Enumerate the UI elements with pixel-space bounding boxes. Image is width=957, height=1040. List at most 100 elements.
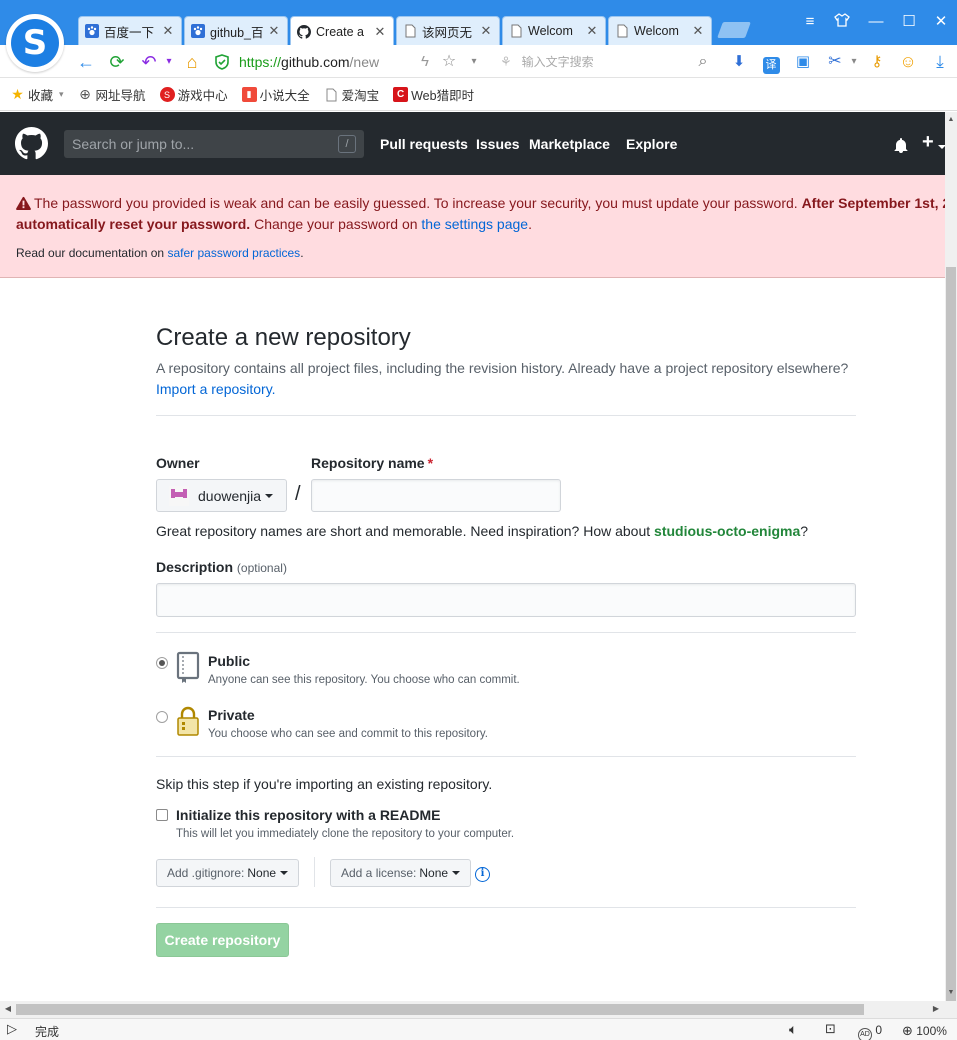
divider bbox=[314, 857, 315, 887]
info-icon[interactable]: i bbox=[475, 867, 490, 882]
undo-icon[interactable]: ↶ bbox=[138, 51, 160, 73]
name-suggestion[interactable]: studious-octo-enigma bbox=[654, 523, 800, 539]
visibility-public-option[interactable]: Public Anyone can see this repository. Y… bbox=[156, 651, 856, 695]
browser-tab-active[interactable]: Create a ✕ bbox=[290, 16, 394, 46]
close-window-icon[interactable]: ✕ bbox=[931, 12, 951, 32]
phone-icon[interactable]: ▣ bbox=[792, 51, 814, 73]
star-icon: ★ bbox=[11, 86, 24, 102]
public-radio[interactable] bbox=[156, 657, 168, 669]
bookmark-games[interactable]: S 游戏中心 bbox=[159, 85, 228, 104]
bookmark-web[interactable]: C Web猎即时 bbox=[393, 85, 474, 104]
close-icon[interactable]: ✕ bbox=[585, 23, 599, 39]
scroll-down-icon[interactable]: ▼ bbox=[945, 987, 957, 999]
bookmark-taobao[interactable]: 爱淘宝 bbox=[324, 85, 379, 104]
bookmark-favorites[interactable]: ★ 收藏 ▾ bbox=[10, 85, 63, 104]
adblock-icon[interactable]: AD 0 bbox=[858, 1023, 882, 1040]
close-icon[interactable]: ✕ bbox=[691, 23, 705, 39]
license-label: Add a license: bbox=[341, 866, 417, 880]
browser-tab[interactable]: 百度一下 ✕ bbox=[78, 16, 182, 45]
close-icon[interactable]: ✕ bbox=[373, 24, 387, 40]
close-icon[interactable]: ✕ bbox=[161, 23, 175, 39]
dropdown-icon[interactable]: ▾ bbox=[463, 51, 485, 73]
readme-checkbox[interactable] bbox=[156, 809, 168, 821]
name-hint-end: ? bbox=[800, 523, 809, 539]
optional-note: (optional) bbox=[236, 561, 287, 575]
github-search-input[interactable]: Search or jump to... / bbox=[64, 130, 364, 158]
browser-tab[interactable]: 该网页无 ✕ bbox=[396, 16, 500, 45]
screenshot-icon[interactable]: ⊡ bbox=[825, 1021, 836, 1037]
bookmark-novels[interactable]: ▮ 小说大全 bbox=[241, 85, 310, 104]
browser-logo[interactable]: S bbox=[6, 14, 64, 72]
visibility-private-option[interactable]: Private You choose who can see and commi… bbox=[156, 705, 856, 749]
undo-dropdown-icon[interactable]: ▾ bbox=[158, 51, 180, 73]
menu-icon[interactable]: ≡ bbox=[800, 12, 820, 32]
back-arrow-icon[interactable]: ← bbox=[75, 51, 97, 73]
translate-icon[interactable]: 译 bbox=[760, 51, 782, 74]
owner-value: duowenjia bbox=[198, 487, 262, 504]
sidebar-toggle-icon[interactable]: ▷ bbox=[7, 1021, 17, 1037]
repository-name-input[interactable] bbox=[311, 479, 561, 512]
scroll-up-icon[interactable]: ▲ bbox=[945, 114, 957, 126]
browser-status-bar: ▷ 完成 🔈︎ ⊡ AD 0 ⊕ 100% bbox=[0, 1018, 957, 1040]
vertical-scroll-thumb[interactable] bbox=[946, 267, 956, 1002]
license-select[interactable]: Add a license: None bbox=[330, 859, 472, 887]
nav-pull-requests[interactable]: Pull requests bbox=[380, 136, 468, 152]
close-icon[interactable]: ✕ bbox=[479, 23, 493, 39]
bookmark-label: 游戏中心 bbox=[177, 89, 228, 103]
browser-search-box[interactable]: ⚘ 输入文字搜索 bbox=[500, 49, 715, 74]
minimize-icon[interactable]: — bbox=[866, 12, 886, 32]
avatar bbox=[169, 485, 189, 506]
create-repository-button[interactable]: Create repository bbox=[156, 923, 289, 957]
lightning-icon[interactable]: ϟ bbox=[414, 51, 436, 73]
tab-label: Create a bbox=[316, 24, 364, 39]
plus-icon[interactable]: + bbox=[922, 131, 934, 154]
description-input[interactable] bbox=[156, 583, 856, 617]
browser-tab[interactable]: Welcom ✕ bbox=[608, 16, 712, 45]
search-engine-icon: ⚘ bbox=[500, 53, 512, 69]
home-icon[interactable]: ⌂ bbox=[181, 51, 203, 73]
vertical-scrollbar[interactable]: ▲ ▼ bbox=[945, 112, 957, 1002]
skin-icon[interactable] bbox=[832, 12, 852, 32]
downloads-icon[interactable]: ⤓ bbox=[929, 51, 951, 73]
refresh-icon[interactable]: ⟳ bbox=[106, 51, 128, 73]
bell-icon[interactable] bbox=[893, 138, 909, 154]
bookmarks-bar: ★ 收藏 ▾ ⊕ 网址导航 S 游戏中心 ▮ 小说大全 爱淘宝 C Web猎即时 bbox=[0, 79, 957, 111]
star-icon[interactable]: ☆ bbox=[438, 51, 460, 73]
download-shield-icon[interactable]: ⬇ bbox=[728, 51, 750, 73]
tab-label: Welcom bbox=[528, 24, 573, 38]
maximize-icon[interactable]: ☐ bbox=[899, 12, 919, 32]
scroll-right-icon[interactable]: ▶ bbox=[930, 1003, 942, 1015]
name-hint: Great repository names are short and mem… bbox=[156, 523, 808, 539]
owner-select[interactable]: duowenjia bbox=[156, 479, 287, 512]
lock-icon bbox=[177, 706, 199, 736]
book-icon: ▮ bbox=[241, 87, 257, 102]
globe-icon: ⊕ bbox=[79, 86, 91, 102]
horizontal-scroll-thumb[interactable] bbox=[16, 1004, 864, 1015]
new-tab-button[interactable] bbox=[717, 22, 751, 38]
private-radio[interactable] bbox=[156, 711, 168, 723]
key-icon[interactable]: ⚷ bbox=[866, 51, 888, 73]
zoom-control[interactable]: ⊕ 100% bbox=[902, 1023, 947, 1039]
password-practices-link[interactable]: safer password practices bbox=[167, 246, 300, 260]
import-repository-link[interactable]: Import a repository. bbox=[156, 381, 276, 397]
description-label-text: Description bbox=[156, 559, 234, 575]
scroll-left-icon[interactable]: ◀ bbox=[2, 1003, 14, 1015]
horizontal-scrollbar[interactable]: ◀ ▶ bbox=[0, 1001, 945, 1018]
repo-name-label-text: Repository name bbox=[311, 455, 425, 471]
close-icon[interactable]: ✕ bbox=[267, 23, 281, 39]
nav-marketplace[interactable]: Marketplace bbox=[529, 136, 610, 152]
bookmark-nav[interactable]: ⊕ 网址导航 bbox=[78, 85, 145, 104]
settings-page-link[interactable]: the settings page bbox=[421, 216, 528, 232]
browser-tab[interactable]: github_百 ✕ bbox=[184, 16, 288, 45]
gitignore-select[interactable]: Add .gitignore: None bbox=[156, 859, 300, 887]
scissors-dropdown-icon[interactable]: ▾ bbox=[843, 51, 865, 73]
search-icon[interactable]: ⌕ bbox=[692, 51, 714, 73]
readme-label[interactable]: Initialize this repository with a README bbox=[176, 807, 440, 823]
page-icon bbox=[615, 24, 629, 38]
more-icon[interactable]: ☺ bbox=[897, 51, 919, 73]
nav-explore[interactable]: Explore bbox=[626, 136, 677, 152]
speaker-icon[interactable]: 🔈︎ bbox=[789, 1021, 797, 1038]
github-logo-icon[interactable] bbox=[15, 127, 48, 160]
browser-tab[interactable]: Welcom ✕ bbox=[502, 16, 606, 45]
nav-issues[interactable]: Issues bbox=[476, 136, 520, 152]
